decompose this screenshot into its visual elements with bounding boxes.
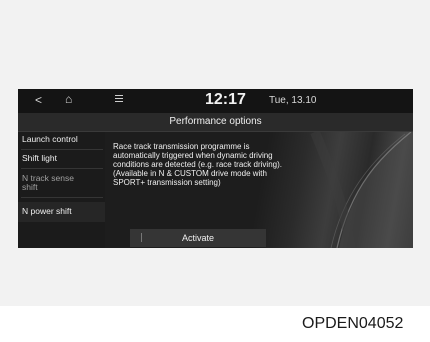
back-arrow-icon[interactable]: < xyxy=(35,93,42,107)
sidebar-item-label: Launch control xyxy=(22,134,78,144)
sidebar-divider xyxy=(21,168,103,169)
sidebar-item-label: N power shift xyxy=(22,206,72,216)
sidebar-item-label: Shift light xyxy=(22,153,57,163)
figure-code: OPDEN04052 xyxy=(302,315,404,332)
sidebar-item-n-power-shift[interactable]: N power shift xyxy=(18,202,105,222)
clock-time: 12:17 xyxy=(205,91,246,108)
description-text: Race track transmission programme is aut… xyxy=(113,142,282,187)
title-bar: Performance options xyxy=(18,113,413,132)
detail-panel: Race track transmission programme is aut… xyxy=(105,132,413,248)
sidebar-item-label: N track sense shift xyxy=(22,173,74,192)
sidebar-item-shift-light[interactable]: Shift light xyxy=(18,154,105,163)
menu-icon[interactable] xyxy=(115,95,123,103)
activate-button[interactable]: Activate xyxy=(130,229,266,247)
sidebar-divider xyxy=(21,197,103,198)
sidebar-item-n-track-sense-shift[interactable]: N track sense shift xyxy=(18,174,88,192)
sidebar-divider xyxy=(21,149,103,150)
home-icon[interactable]: ⌂ xyxy=(65,92,72,106)
sidebar-item-launch-control[interactable]: Launch control xyxy=(18,135,105,144)
clock-date: Tue, 13.10 xyxy=(269,95,317,106)
options-sidebar: Launch control Shift light N track sense… xyxy=(18,132,105,248)
page-title: Performance options xyxy=(169,116,262,127)
infotainment-screen: < ⌂ 12:17 Tue, 13.10 Performance options… xyxy=(18,89,413,248)
status-bar: < ⌂ 12:17 Tue, 13.10 xyxy=(18,89,413,113)
activate-button-label: Activate xyxy=(181,233,214,243)
